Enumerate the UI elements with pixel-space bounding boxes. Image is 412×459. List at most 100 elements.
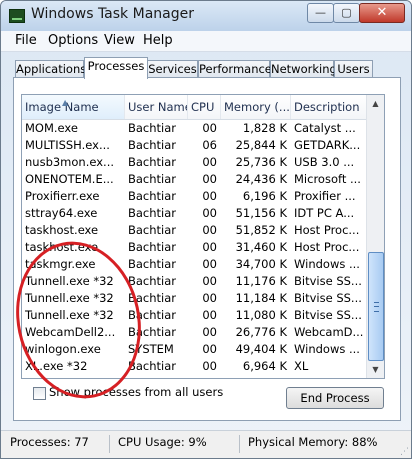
process-user: Bachtiar xyxy=(128,325,177,339)
tab-users[interactable]: Users xyxy=(334,60,373,78)
process-user: Bachtiar xyxy=(128,206,177,220)
process-row[interactable]: taskmgr.exe Bachtiar 00 34,700 K Windows ... xyxy=(22,256,366,273)
status-cpu-usage: CPU Usage: 9% xyxy=(118,435,207,449)
process-memory: 49,404 K xyxy=(235,342,287,356)
column-description[interactable]: Description xyxy=(291,95,366,119)
process-desc: USB 3.0 ... xyxy=(294,155,355,169)
process-memory: 51,156 K xyxy=(235,206,287,220)
menu-view[interactable]: View xyxy=(104,33,135,48)
show-all-users-checkbox[interactable] xyxy=(33,387,46,400)
scroll-thumb[interactable] xyxy=(368,252,384,361)
process-desc: Host Proc... xyxy=(294,240,360,254)
process-row[interactable]: winlogon.exe SYSTEM 00 49,404 K Windows ... xyxy=(22,341,366,358)
process-list[interactable]: ▲ Image Name User Name CPU Memory (... D… xyxy=(21,94,385,379)
process-user: Bachtiar xyxy=(128,138,177,152)
column-memory[interactable]: Memory (... xyxy=(221,95,291,119)
process-user: SYSTEM xyxy=(128,342,174,356)
process-image: MULTISSH.ex... xyxy=(25,138,110,152)
minimize-button[interactable]: — xyxy=(307,3,334,23)
scroll-up-icon[interactable]: ▲ xyxy=(368,96,383,111)
tab-networking[interactable]: Networking xyxy=(270,60,337,78)
maximize-button[interactable]: ▢ xyxy=(333,3,360,23)
process-row[interactable]: ONENOTEM.E... Bachtiar 00 24,436 K Microsoft… xyxy=(22,171,366,188)
process-desc: GETDARK... xyxy=(294,138,361,152)
vertical-scrollbar[interactable]: ▲ ▼ xyxy=(366,95,384,378)
menu-bar: File Options View Help xyxy=(1,31,411,52)
process-row[interactable]: Tunnell.exe *32 Bachtiar 00 11,176 K Bitvise… xyxy=(22,273,366,290)
title-bar[interactable]: Windows Task Manager — ▢ ✕ xyxy=(1,1,411,31)
process-memory: 11,080 K xyxy=(235,308,287,322)
process-user: Bachtiar xyxy=(128,274,177,288)
process-row[interactable]: MULTISSH.ex... Bachtiar 06 25,844 K GETDARK.… xyxy=(22,137,366,154)
sort-ascending-icon: ▲ xyxy=(62,98,69,107)
process-row[interactable]: taskhost.exe Bachtiar 00 31,460 K Host Proc.… xyxy=(22,239,366,256)
process-desc: Proxifier ... xyxy=(294,189,356,203)
process-row[interactable]: Tunnell.exe *32 Bachtiar 00 11,184 K Bitvise… xyxy=(22,290,366,307)
process-desc: Microsoft ... xyxy=(294,172,361,186)
process-desc: Host Proc... xyxy=(294,223,360,237)
process-memory: 6,196 K xyxy=(242,189,287,203)
process-cpu: 00 xyxy=(202,359,217,373)
process-row[interactable]: nusb3mon.ex... Bachtiar 00 25,736 K USB 3.0 … xyxy=(22,154,366,171)
process-row[interactable]: Tunnell.exe *32 Bachtiar 00 11,080 K Bitvise… xyxy=(22,307,366,324)
process-memory: 25,844 K xyxy=(235,138,287,152)
process-desc: IDT PC A... xyxy=(294,206,355,220)
status-divider xyxy=(109,435,110,453)
process-row[interactable]: taskhost.exe Bachtiar 00 51,852 K Host Proc.… xyxy=(22,222,366,239)
process-desc: Windows ... xyxy=(294,342,360,356)
process-desc: Bitvise SS... xyxy=(294,291,362,305)
process-image: taskhost.exe xyxy=(25,240,99,254)
tab-applications[interactable]: Applications xyxy=(15,60,86,78)
process-cpu: 00 xyxy=(202,223,217,237)
task-manager-window: Windows Task Manager — ▢ ✕ File Options … xyxy=(0,0,412,459)
column-image-name[interactable]: ▲ Image Name xyxy=(22,95,125,119)
process-memory: 6,964 K xyxy=(242,359,287,373)
process-cpu: 00 xyxy=(202,342,217,356)
process-cpu: 00 xyxy=(202,189,217,203)
process-image: sttray64.exe xyxy=(25,206,98,220)
process-row[interactable]: sttray64.exe Bachtiar 00 51,156 K IDT PC A..… xyxy=(22,205,366,222)
process-cpu: 00 xyxy=(202,155,217,169)
process-cpu: 00 xyxy=(202,274,217,288)
process-user: Bachtiar xyxy=(128,172,177,186)
tab-performance[interactable]: Performance xyxy=(198,60,272,78)
process-image: taskmgr.exe xyxy=(25,257,96,271)
process-image: MOM.exe xyxy=(25,121,78,135)
menu-file[interactable]: File xyxy=(15,33,37,48)
process-cpu: 00 xyxy=(202,325,217,339)
process-image: XL.exe *32 xyxy=(25,359,88,373)
tab-services[interactable]: Services xyxy=(147,60,198,78)
show-all-users-label[interactable]: Show processes from all users xyxy=(49,385,223,399)
process-memory: 34,700 K xyxy=(235,257,287,271)
process-row[interactable]: Proxifierr.exe Bachtiar 00 6,196 K Proxifier… xyxy=(22,188,366,205)
tab-processes[interactable]: Processes xyxy=(84,57,148,79)
column-user-name[interactable]: User Name xyxy=(125,95,188,119)
process-cpu: 00 xyxy=(202,257,217,271)
process-row[interactable]: XL.exe *32 Bachtiar 00 6,964 K XL xyxy=(22,358,366,375)
close-button[interactable]: ✕ xyxy=(359,3,405,23)
process-memory: 31,460 K xyxy=(235,240,287,254)
process-memory: 11,176 K xyxy=(235,274,287,288)
process-image: WebcamDell2... xyxy=(25,325,116,339)
process-desc: Bitvise SS... xyxy=(294,274,362,288)
process-cpu: 00 xyxy=(202,121,217,135)
process-image: winlogon.exe xyxy=(25,342,101,356)
menu-help[interactable]: Help xyxy=(143,33,173,48)
process-memory: 26,776 K xyxy=(235,325,287,339)
process-memory: 51,852 K xyxy=(235,223,287,237)
resize-grip-icon[interactable]: ⋰ xyxy=(400,447,409,457)
process-desc: Bitvise SS... xyxy=(294,308,362,322)
status-divider xyxy=(239,435,240,453)
process-image: nusb3mon.ex... xyxy=(25,155,115,169)
process-desc: Windows ... xyxy=(294,257,360,271)
process-memory: 11,184 K xyxy=(235,291,287,305)
process-cpu: 00 xyxy=(202,291,217,305)
process-cpu: 00 xyxy=(202,240,217,254)
column-cpu[interactable]: CPU xyxy=(188,95,221,119)
process-row[interactable]: MOM.exe Bachtiar 00 1,828 K Catalyst ... xyxy=(22,120,366,137)
scroll-down-icon[interactable]: ▼ xyxy=(368,362,383,377)
process-row[interactable]: WebcamDell2... Bachtiar 00 26,776 K WebcamD.… xyxy=(22,324,366,341)
menu-options[interactable]: Options xyxy=(48,33,98,48)
process-image: Tunnell.exe *32 xyxy=(25,291,114,305)
end-process-button[interactable]: End Process xyxy=(286,387,384,409)
